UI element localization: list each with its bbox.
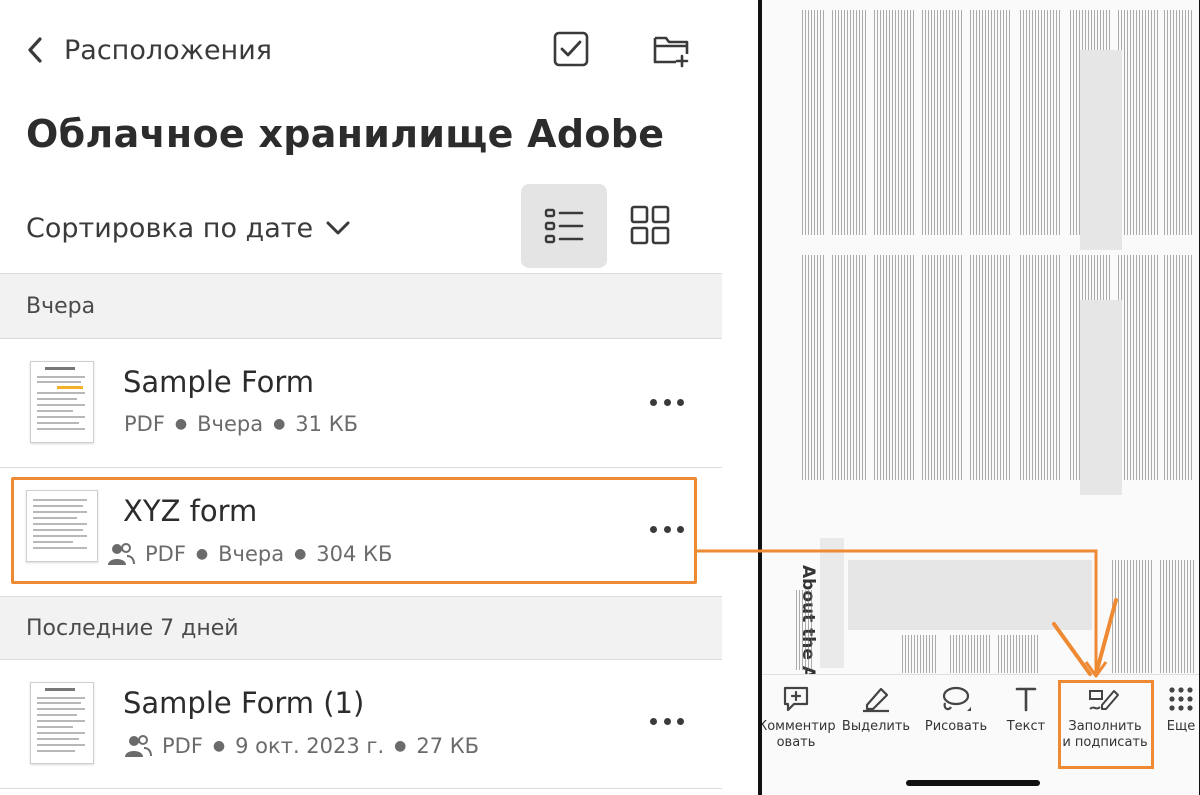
file-row-sample-form[interactable]: Sample Form PDF ● Вчера ● 31 КБ xyxy=(0,339,722,467)
tool-label: Выделить xyxy=(841,719,911,734)
file-thumbnail xyxy=(30,361,94,443)
tool-label: Текст xyxy=(1006,719,1046,734)
file-size: 27 КБ xyxy=(416,734,480,758)
file-date: 9 окт. 2023 г. xyxy=(235,734,385,758)
tool-label: Еще xyxy=(1166,719,1196,734)
sort-dropdown[interactable]: Сортировка по дате xyxy=(26,206,351,250)
file-name: Sample Form xyxy=(123,365,315,399)
file-meta: PDF ● Вчера ● 31 КБ xyxy=(124,412,359,436)
document-page[interactable]: About the Auth xyxy=(762,0,1199,674)
grid-view-icon[interactable] xyxy=(630,205,670,245)
list-view-icon xyxy=(544,208,584,244)
draw-icon xyxy=(942,686,971,711)
chevron-left-icon xyxy=(28,37,42,63)
edit-toolbar: Комментир овать Выделить Рисовать Текст xyxy=(762,674,1199,795)
file-date: Вчера xyxy=(197,412,264,436)
file-meta: PDF ● 9 окт. 2023 г. ● 27 КБ xyxy=(124,733,479,759)
file-type: PDF xyxy=(124,412,165,436)
section-header-label: Вчера xyxy=(26,294,96,319)
sort-label: Сортировка по дате xyxy=(26,212,314,244)
section-header-last-7-days: Последние 7 дней xyxy=(0,597,722,659)
file-name: Sample Form (1) xyxy=(123,686,365,720)
section-header-label: Последние 7 дней xyxy=(26,616,239,641)
file-browser-panel: Расположения Облачное хранилище Adobe Со… xyxy=(0,0,722,795)
tool-text[interactable]: Текст xyxy=(996,685,1056,735)
file-type: PDF xyxy=(162,734,203,758)
back-label: Расположения xyxy=(64,34,272,66)
page-title: Облачное хранилище Adobe xyxy=(26,112,665,156)
file-size: 31 КБ xyxy=(295,412,359,436)
tool-more[interactable]: Еще xyxy=(1158,685,1199,735)
more-options-icon[interactable] xyxy=(650,718,684,728)
shared-people-icon xyxy=(125,735,152,757)
home-indicator xyxy=(906,780,1040,786)
list-view-button[interactable] xyxy=(521,184,607,268)
tool-label: Рисовать xyxy=(924,719,988,734)
file-thumbnail xyxy=(30,682,94,764)
more-grid-icon xyxy=(1169,687,1193,711)
tool-comment[interactable]: Комментир овать xyxy=(758,685,836,751)
annotation-highlight-box xyxy=(1058,680,1154,769)
folder-plus-icon[interactable] xyxy=(652,30,690,68)
divider xyxy=(0,788,722,789)
chevron-down-icon xyxy=(326,221,350,235)
pdf-viewer-panel: About the Auth Комментир овать Выделить xyxy=(758,0,1200,795)
more-options-icon[interactable] xyxy=(650,399,684,409)
comment-icon xyxy=(783,686,809,712)
tool-draw[interactable]: Рисовать xyxy=(920,685,992,735)
tool-highlight[interactable]: Выделить xyxy=(840,685,912,735)
text-icon xyxy=(1015,687,1037,712)
checkbox-icon[interactable] xyxy=(552,30,590,68)
tool-label: Комментир овать xyxy=(758,719,836,750)
back-button[interactable]: Расположения xyxy=(22,28,272,72)
file-row-sample-form-1[interactable]: Sample Form (1) PDF ● 9 окт. 2023 г. ● 2… xyxy=(0,660,722,788)
highlighter-icon xyxy=(863,687,889,713)
section-header-yesterday: Вчера xyxy=(0,274,722,338)
annotation-highlight-box xyxy=(11,477,697,584)
